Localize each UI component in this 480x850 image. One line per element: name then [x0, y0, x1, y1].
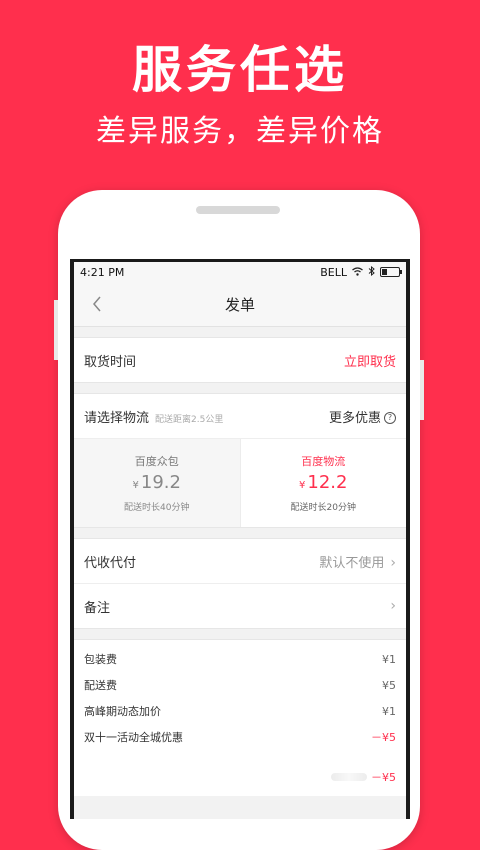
app-screen: 4:21 PM BELL 发单 取货时间 立即取货 请选择物流 配送距离2.5公… — [74, 262, 406, 819]
status-right: BELL — [320, 265, 402, 279]
option-price-value: 19.2 — [140, 472, 181, 493]
bluetooth-icon — [368, 265, 375, 279]
fee-value: ¥1 — [382, 652, 396, 666]
fee-row: 包装费 ¥1 — [74, 646, 406, 672]
fee-label: 双十一活动全城优惠 — [84, 731, 183, 744]
logistics-distance: 配送距离2.5公里 — [155, 414, 224, 425]
logistics-label: 请选择物流 — [84, 410, 150, 426]
fee-label: 包装费 — [84, 653, 117, 666]
fee-value: ¥1 — [382, 704, 396, 718]
nav-bar: 发单 — [74, 282, 406, 327]
fee-value: ¥5 — [382, 678, 396, 692]
option-eta: 配送时长20分钟 — [290, 503, 356, 513]
logistics-title-group: 请选择物流 配送距离2.5公里 — [84, 407, 223, 426]
phone-screen: 4:21 PM BELL 发单 取货时间 立即取货 请选择物流 配送距离2.5公… — [70, 259, 410, 819]
cod-value-group: 默认不使用 › — [319, 552, 396, 571]
logistics-option-crowd[interactable]: 百度众包 ¥19.2 配送时长40分钟 — [74, 439, 241, 527]
phone-side-button — [54, 300, 58, 360]
fee-value: －¥5 — [371, 731, 396, 744]
chevron-right-icon: › — [390, 554, 396, 571]
fee-label: 配送费 — [84, 679, 117, 692]
notes-label: 备注 — [84, 600, 111, 616]
hero-title: 服务任选 — [132, 41, 348, 99]
more-discounts-label: 更多优惠 — [328, 410, 381, 426]
fee-row: 配送费 ¥5 — [74, 672, 406, 698]
logistics-header: 请选择物流 配送距离2.5公里 更多优惠? — [74, 394, 406, 438]
pickup-card: 取货时间 立即取货 — [74, 337, 406, 383]
option-currency: ¥ — [132, 480, 139, 491]
chevron-left-icon[interactable] — [82, 288, 112, 320]
status-bar: 4:21 PM BELL — [74, 262, 406, 282]
phone-volume-button — [420, 360, 424, 420]
option-name: 百度物流 — [301, 455, 346, 468]
notes-row[interactable]: 备注 › — [74, 584, 406, 628]
status-carrier: BELL — [320, 265, 347, 279]
fee-row: 双十一活动全城优惠 －¥5 — [74, 724, 406, 750]
option-currency: ¥ — [299, 480, 306, 491]
status-time: 4:21 PM — [80, 265, 125, 279]
wifi-icon — [352, 266, 363, 279]
option-price: ¥19.2 — [133, 472, 181, 497]
pickup-label: 取货时间 — [84, 354, 137, 370]
option-price-value: 12.2 — [307, 472, 348, 493]
option-name: 百度众包 — [134, 455, 179, 468]
total-value: －¥5 — [371, 771, 396, 784]
hero-subtitle: 差异服务，差异价格 — [96, 114, 384, 149]
fee-row: 高峰期动态加价 ¥1 — [74, 698, 406, 724]
options-card: 代收代付 默认不使用 › 备注 › — [74, 538, 406, 629]
cod-row[interactable]: 代收代付 默认不使用 › — [74, 539, 406, 584]
fee-label: 高峰期动态加价 — [84, 705, 161, 718]
logistics-options: 百度众包 ¥19.2 配送时长40分钟 百度物流 ¥12.2 配送时长20分钟 — [74, 438, 406, 527]
cod-value: 默认不使用 — [319, 555, 385, 571]
blurred-text — [331, 773, 367, 781]
pickup-row[interactable]: 取货时间 立即取货 — [74, 338, 406, 382]
question-icon: ? — [384, 412, 396, 424]
battery-icon — [380, 267, 402, 277]
more-discounts-button[interactable]: 更多优惠? — [329, 407, 396, 426]
option-price: ¥12.2 — [299, 472, 347, 497]
cod-label: 代收代付 — [84, 555, 137, 571]
phone-speaker — [196, 206, 280, 214]
page-title: 发单 — [224, 295, 255, 314]
logistics-option-baidu[interactable]: 百度物流 ¥12.2 配送时长20分钟 — [241, 439, 407, 527]
logistics-card: 请选择物流 配送距离2.5公里 更多优惠? 百度众包 ¥19.2 配送时长40分钟… — [74, 393, 406, 528]
option-eta: 配送时长40分钟 — [124, 503, 190, 513]
chevron-right-icon: › — [390, 598, 396, 614]
pickup-value[interactable]: 立即取货 — [344, 351, 396, 370]
total-row: －¥5 — [74, 764, 406, 790]
fees-card: 包装费 ¥1 配送费 ¥5 高峰期动态加价 ¥1 双十一活动全城优惠 －¥5 －… — [74, 639, 406, 796]
